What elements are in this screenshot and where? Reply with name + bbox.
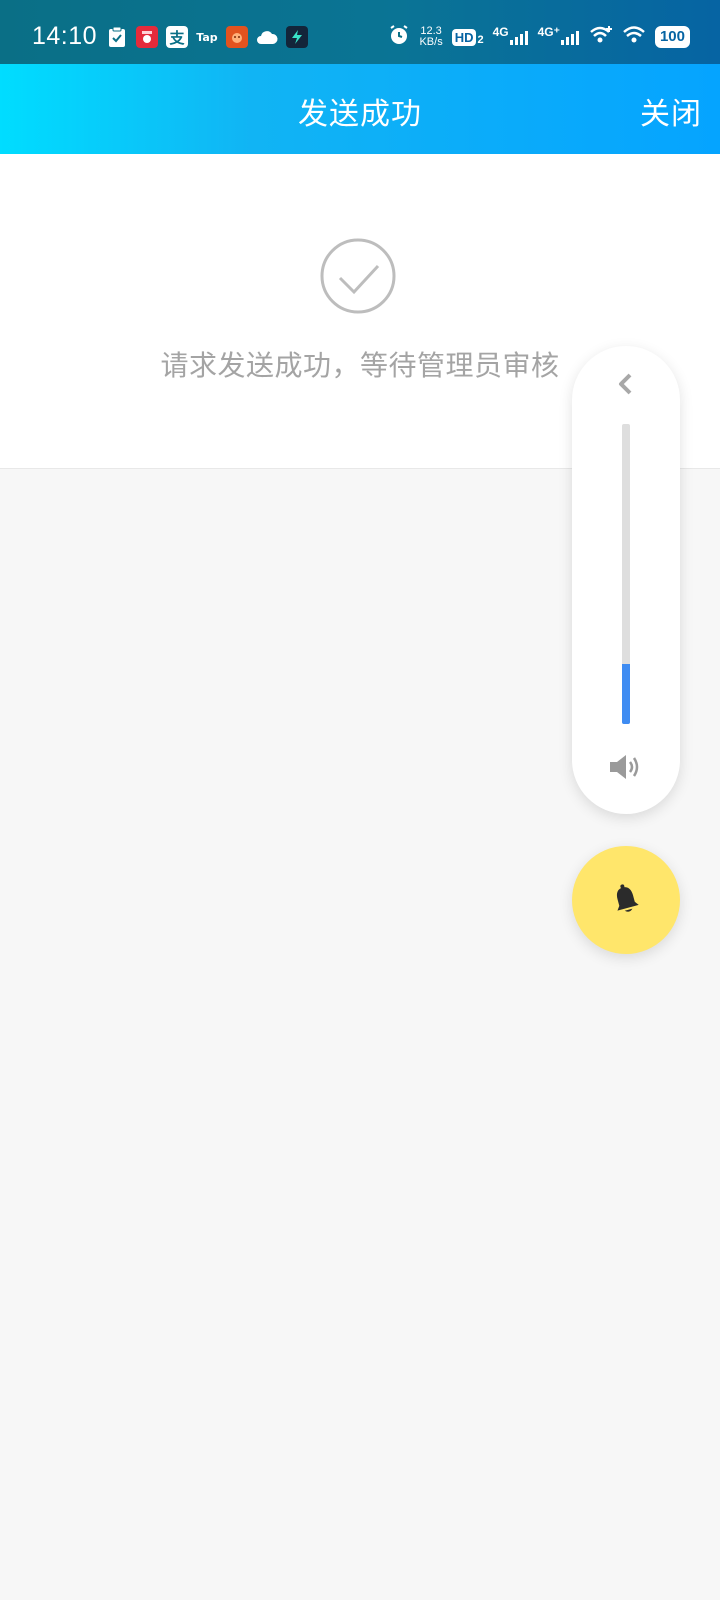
- signal-bars-icon: [509, 31, 528, 45]
- status-bar: 14:10 支 Tap 12.3 KB/s HD 2 4G 4G⁺ 100: [0, 0, 720, 64]
- network-speed-unit: KB/s: [419, 36, 443, 48]
- alarm-icon: [388, 24, 410, 50]
- taptap-app-icon: Tap: [196, 30, 218, 44]
- status-time: 14:10: [32, 22, 98, 50]
- page-title: 发送成功: [298, 97, 422, 132]
- hd-sub: 2: [477, 33, 484, 46]
- notification-icons: 支 Tap: [106, 26, 308, 48]
- close-button[interactable]: 关闭: [640, 89, 702, 133]
- signal-4g-2: 4G⁺: [538, 25, 580, 45]
- check-circle-icon: [320, 238, 396, 314]
- flash-app-icon: [286, 26, 308, 48]
- volume-slider-fill: [622, 664, 630, 724]
- alipay-app-icon: 支: [166, 26, 188, 48]
- taobao-app-icon: [136, 26, 158, 48]
- network-type-1: 4G: [492, 25, 509, 39]
- hd-indicator: HD 2: [451, 28, 484, 46]
- wifi-icon: [622, 25, 646, 49]
- network-speed: 12.3 KB/s: [419, 26, 442, 48]
- bell-icon: [616, 884, 639, 912]
- chevron-left-icon[interactable]: [614, 372, 638, 396]
- network-type-2: 4G⁺: [537, 25, 560, 39]
- title-bar: 发送成功 关闭: [0, 64, 720, 154]
- signal-bars-icon: [560, 31, 579, 45]
- battery-indicator: 100: [654, 26, 690, 48]
- clipboard-check-icon: [106, 26, 128, 48]
- game-app-icon: [226, 26, 248, 48]
- system-icons: 12.3 KB/s HD 2 4G 4G⁺ 100: [388, 24, 690, 50]
- ring-mode-button[interactable]: [572, 846, 680, 954]
- speaker-icon[interactable]: [608, 752, 644, 782]
- volume-slider[interactable]: [622, 424, 630, 724]
- volume-panel: [572, 346, 680, 814]
- hd-label: HD: [451, 28, 477, 46]
- cloud-app-icon: [256, 26, 278, 48]
- wifi-plus-icon: [589, 25, 613, 49]
- signal-4g-1: 4G: [493, 25, 529, 45]
